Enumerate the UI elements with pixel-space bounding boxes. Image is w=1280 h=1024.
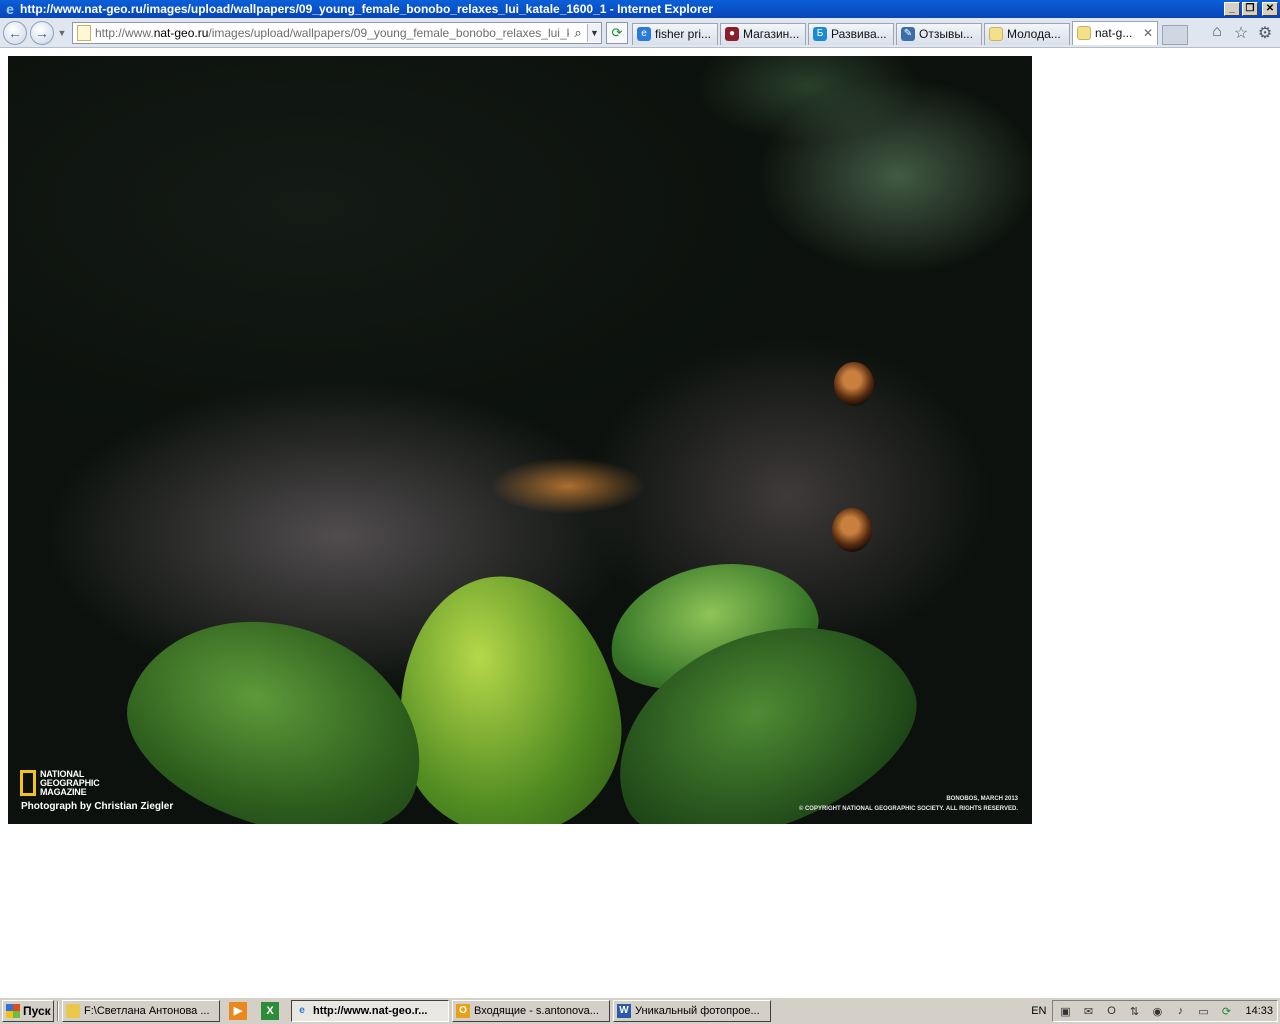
tab-young[interactable]: Молода... (984, 22, 1070, 45)
photo-credit: Photograph by Christian Ziegler (21, 801, 174, 812)
tab-label: Магазин... (743, 27, 800, 41)
task-label: Уникальный фотопрое... (635, 1005, 760, 1017)
bonobo-eye (834, 362, 874, 406)
monitor-icon[interactable]: ▣ (1057, 1005, 1073, 1018)
url-prefix: http://www. (95, 25, 154, 40)
page-content: NATIONAL GEOGRAPHIC MAGAZINE Photograph … (0, 49, 1280, 997)
folder-icon (66, 1004, 80, 1018)
display-icon[interactable]: ▭ (1195, 1005, 1211, 1018)
gear-icon[interactable]: ⚙ (1256, 23, 1274, 43)
window-title: http://www.nat-geo.ru/images/upload/wall… (20, 2, 714, 16)
outlook-tray-icon[interactable]: O (1103, 1005, 1119, 1017)
task-word[interactable]: W Уникальный фотопрое... (613, 1000, 771, 1022)
media-player-icon[interactable]: ▶ (229, 1002, 247, 1020)
network-icon[interactable]: ⇅ (1126, 1005, 1142, 1018)
url-domain: nat-geo.ru (153, 25, 209, 40)
close-button[interactable]: ✕ (1262, 2, 1278, 16)
page-icon (77, 24, 91, 41)
task-label: Входящие - s.antonova... (474, 1005, 599, 1017)
tab-label: Отзывы... (919, 27, 973, 41)
tab-fisher[interactable]: e fisher pri... (632, 22, 718, 45)
circle-icon[interactable]: ◉ (1149, 1005, 1165, 1018)
navigation-bar: ← → ▼ http://www.nat-geo.ru/images/uploa… (0, 18, 1280, 48)
page-icon (1077, 26, 1091, 40)
national-geographic-logo: NATIONAL GEOGRAPHIC MAGAZINE (20, 770, 100, 797)
task-ie[interactable]: e http://www.nat-geo.r... (291, 1000, 449, 1022)
b-icon: Б (813, 27, 827, 41)
tab-label: Развива... (831, 27, 887, 41)
yellow-frame-icon (20, 770, 36, 796)
taskbar-separator (57, 1001, 59, 1021)
start-button[interactable]: Пуск (2, 1000, 54, 1022)
photo-caption: BONOBOS, MARCH 2013 © COPYRIGHT NATIONAL… (799, 794, 1018, 814)
tab-label: nat-g... (1095, 26, 1133, 40)
tab-reviews[interactable]: ✎ Отзывы... (896, 22, 982, 45)
minimize-button[interactable]: _ (1224, 2, 1240, 16)
restore-button[interactable]: ❐ (1242, 2, 1258, 16)
sync-icon[interactable]: ⟳ (1218, 1005, 1234, 1018)
windows-logo-icon (6, 1004, 20, 1018)
new-tab-button[interactable] (1162, 24, 1188, 45)
caption-line: BONOBOS, MARCH 2013 (946, 796, 1018, 802)
favorites-star-icon[interactable]: ☆ (1232, 23, 1250, 43)
mail-icon[interactable]: ✉ (1080, 1005, 1096, 1018)
ie-icon: e (299, 1005, 305, 1016)
caption-line: © COPYRIGHT NATIONAL GEOGRAPHIC SOCIETY.… (798, 806, 1018, 812)
title-bar: e http://www.nat-geo.ru/images/upload/wa… (0, 0, 1280, 18)
language-indicator[interactable]: EN (1031, 1005, 1046, 1017)
clock[interactable]: 14:33 (1245, 1005, 1273, 1017)
history-dropdown-icon[interactable]: ▼ (56, 28, 68, 38)
tab-nat-geo[interactable]: nat-g... ✕ (1072, 20, 1158, 45)
address-bar[interactable]: http://www.nat-geo.ru/images/upload/wall… (72, 21, 602, 44)
review-icon: ✎ (901, 27, 915, 41)
ie-icon: e (6, 1, 14, 17)
back-button[interactable]: ← (3, 20, 27, 45)
url-path: /images/upload/wallpapers/09_young_femal… (208, 25, 569, 40)
task-label: F:\Светлана Антонова ... (84, 1005, 210, 1017)
task-outlook[interactable]: O Входящие - s.antonova... (452, 1000, 610, 1022)
shop-icon: ● (725, 27, 739, 41)
tab-develop[interactable]: Б Развива... (808, 22, 894, 45)
task-folder[interactable]: F:\Светлана Антонова ... (62, 1000, 220, 1022)
browser-toolbar-right: ⌂ ☆ ⚙ (1208, 23, 1274, 43)
system-tray: ▣ ✉ O ⇅ ◉ ♪ ▭ ⟳ 14:33 (1052, 1000, 1278, 1022)
excel-icon[interactable]: X (261, 1002, 279, 1020)
address-dropdown-icon[interactable]: ▼ (587, 23, 601, 42)
bonobo-eye (832, 508, 872, 552)
search-icon[interactable]: ⌕ (569, 25, 587, 41)
volume-icon[interactable]: ♪ (1172, 1005, 1188, 1017)
address-url[interactable]: http://www.nat-geo.ru/images/upload/wall… (95, 26, 569, 40)
tab-shop[interactable]: ● Магазин... (720, 22, 806, 45)
taskbar: Пуск F:\Светлана Антонова ... ▶ X e http… (0, 997, 1280, 1024)
tab-label: Молода... (1007, 27, 1061, 41)
tab-strip: e fisher pri... ● Магазин... Б Развива..… (632, 20, 1188, 45)
word-icon: W (617, 1004, 631, 1018)
brand-line: MAGAZINE (40, 787, 87, 797)
refresh-button[interactable]: ⟳ (606, 21, 628, 44)
tab-label: fisher pri... (655, 27, 712, 41)
task-label: http://www.nat-geo.r... (313, 1005, 428, 1017)
ie-icon: e (637, 27, 651, 41)
outlook-icon: O (456, 1004, 470, 1018)
tab-close-icon[interactable]: ✕ (1143, 26, 1153, 40)
start-label: Пуск (23, 1004, 51, 1018)
leaf-shape (380, 561, 636, 824)
forward-button[interactable]: → (30, 20, 54, 45)
home-icon[interactable]: ⌂ (1208, 23, 1226, 43)
page-icon (989, 27, 1003, 41)
brand-text: NATIONAL GEOGRAPHIC MAGAZINE (40, 770, 100, 797)
leaf-shape (104, 584, 452, 824)
bonobo-wallpaper-image: NATIONAL GEOGRAPHIC MAGAZINE Photograph … (8, 56, 1032, 824)
